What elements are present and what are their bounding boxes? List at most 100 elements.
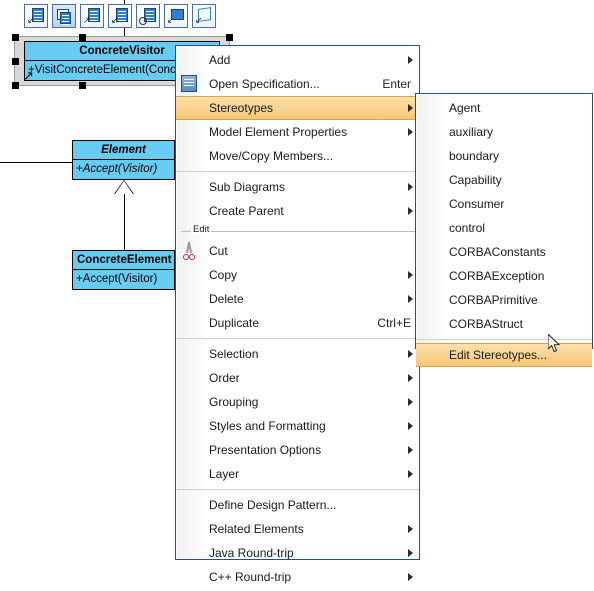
stereotype-item-label: auxiliary (449, 125, 494, 139)
stereotype-item-label: control (449, 221, 486, 235)
menu-separator (176, 171, 419, 172)
menu-item-label: C++ Round-trip (209, 570, 292, 584)
resize-handle-ne[interactable] (226, 34, 233, 41)
chevron-right-icon (408, 446, 413, 454)
menu-item-presentation-options[interactable]: Presentation Options (176, 438, 419, 462)
stereotype-item-capability[interactable]: Capability (416, 168, 592, 192)
stereotype-item-corbastruct[interactable]: CORBAStruct (416, 312, 592, 336)
menu-item-sub-diagrams[interactable]: Sub Diagrams (176, 175, 419, 199)
stereotype-item-auxiliary[interactable]: auxiliary (416, 120, 592, 144)
chevron-right-icon (408, 398, 413, 406)
chevron-right-icon (408, 207, 413, 215)
menu-item-styles-and-formatting[interactable]: Styles and Formatting (176, 414, 419, 438)
menu-item-open-specification[interactable]: Open Specification... Enter (176, 72, 419, 96)
menu-item-label: Move/Copy Members... (209, 149, 334, 163)
menu-item-cut[interactable]: Cut (176, 239, 419, 263)
context-menu[interactable]: Add Open Specification... Enter Stereotypes… (175, 45, 420, 584)
stereotype-item-boundary[interactable]: boundary (416, 144, 592, 168)
generalization-line (124, 194, 125, 250)
chevron-right-icon (408, 374, 413, 382)
create-class-with-arrow-icon[interactable]: ↙ (24, 4, 48, 28)
source-connector-arrow-icon: ↗ (23, 68, 34, 83)
chevron-right-icon (408, 525, 413, 533)
submenu-separator (416, 339, 592, 340)
stereotype-item-corbaconstants[interactable]: CORBAConstants (416, 240, 592, 264)
menu-item-accelerator: Enter (382, 77, 411, 91)
menu-item-order[interactable]: Order (176, 366, 419, 390)
resize-handle-w[interactable] (12, 58, 19, 65)
chevron-right-icon (408, 470, 413, 478)
menu-item-label: Duplicate (209, 316, 260, 330)
menu-item-label: Order (209, 371, 240, 385)
stereotype-item-consumer[interactable]: Consumer (416, 192, 592, 216)
chevron-right-icon (408, 295, 413, 303)
generalization-arrow-icon (115, 181, 133, 194)
menu-item-label: Stereotypes (209, 101, 274, 115)
menu-item-label: Related Elements (209, 522, 304, 536)
menu-item-label: Create Parent (209, 204, 284, 218)
class-element-operation: +Accept(Visitor) (76, 163, 158, 175)
menu-item-layer[interactable]: Layer (176, 462, 419, 486)
class-concreteelement-operation: +Accept(Visitor) (76, 273, 158, 285)
scissors-icon (181, 241, 199, 260)
menu-item-create-parent[interactable]: Create Parent (176, 199, 419, 223)
stereotype-item-label: Consumer (449, 197, 505, 211)
menu-item-java-round-trip[interactable]: Java Round-trip (176, 541, 419, 565)
stereotypes-submenu[interactable]: Agent auxiliary boundary Capability Consumer… (415, 93, 593, 367)
chevron-right-icon (408, 56, 413, 64)
menu-item-stereotypes[interactable]: Stereotypes (176, 96, 419, 120)
menu-item-related-elements[interactable]: Related Elements (176, 517, 419, 541)
edit-stereotypes-menu-item[interactable]: Edit Stereotypes... (416, 343, 592, 367)
stereotype-item-label: boundary (449, 149, 500, 163)
menu-item-label: Delete (209, 292, 244, 306)
chevron-right-icon (408, 549, 413, 557)
class-concreteelement[interactable]: ConcreteElement +Accept(Visitor) (72, 250, 175, 290)
resize-handle-n[interactable] (79, 34, 86, 41)
create-note-icon[interactable]: ↙ (164, 4, 188, 28)
chevron-right-icon (408, 422, 413, 430)
chevron-right-icon (408, 573, 413, 581)
chevron-right-icon (408, 104, 413, 112)
create-class-up-right-icon[interactable]: ↗ (80, 4, 104, 28)
stereotype-item-label: CORBAConstants (449, 245, 546, 259)
menu-item-model-element-properties[interactable]: Model Element Properties (176, 120, 419, 144)
menu-item-copy[interactable]: Copy (176, 263, 419, 287)
menu-item-move-copy-members[interactable]: Move/Copy Members... (176, 144, 419, 168)
stereotype-item-corbaexception[interactable]: CORBAException (416, 264, 592, 288)
chevron-right-icon (408, 350, 413, 358)
resize-handle-nw[interactable] (12, 34, 19, 41)
menu-item-label: Sub Diagrams (209, 180, 286, 194)
menu-separator-labeled: Edit (176, 224, 419, 238)
class-element-name: Element (73, 141, 174, 160)
stereotype-item-control[interactable]: control (416, 216, 592, 240)
menu-item-duplicate[interactable]: Duplicate Ctrl+E (176, 311, 419, 335)
menu-item-label: Styles and Formatting (209, 419, 326, 433)
resize-handle-s[interactable] (79, 82, 86, 89)
stereotype-item-label: CORBAException (449, 269, 545, 283)
stereotype-item-label: Capability (449, 173, 502, 187)
element-quick-toolbar[interactable]: ↙ ↗ ↙ ↙ ↙ (24, 4, 216, 28)
menu-item-delete[interactable]: Delete (176, 287, 419, 311)
class-element[interactable]: Element +Accept(Visitor) (72, 140, 175, 180)
menu-item-add[interactable]: Add (176, 48, 419, 72)
menu-item-selection[interactable]: Selection (176, 342, 419, 366)
menu-item-grouping[interactable]: Grouping (176, 390, 419, 414)
menu-separator-label: Edit (191, 224, 212, 235)
menu-item-label: Selection (209, 347, 259, 361)
create-component-icon[interactable]: ↙ (192, 4, 216, 28)
menu-item-label: Presentation Options (209, 443, 322, 457)
menu-item-label: Define Design Pattern... (209, 498, 337, 512)
menu-item-label: Model Element Properties (209, 125, 348, 139)
create-class-down-left-icon[interactable]: ↙ (108, 4, 132, 28)
stereotype-item-corbaprimitive[interactable]: CORBAPrimitive (416, 288, 592, 312)
menu-item-define-design-pattern[interactable]: Define Design Pattern... (176, 493, 419, 517)
menu-item-c-round-trip[interactable]: C++ Round-trip (176, 565, 419, 589)
menu-separator (176, 338, 419, 339)
create-package-icon[interactable] (52, 4, 76, 28)
create-class-forbidden-icon[interactable] (136, 4, 160, 28)
stereotype-item-agent[interactable]: Agent (416, 96, 592, 120)
resize-handle-sw[interactable] (12, 82, 19, 89)
menu-item-label: Java Round-trip (209, 546, 294, 560)
chevron-right-icon (408, 271, 413, 279)
specification-icon (181, 75, 199, 93)
